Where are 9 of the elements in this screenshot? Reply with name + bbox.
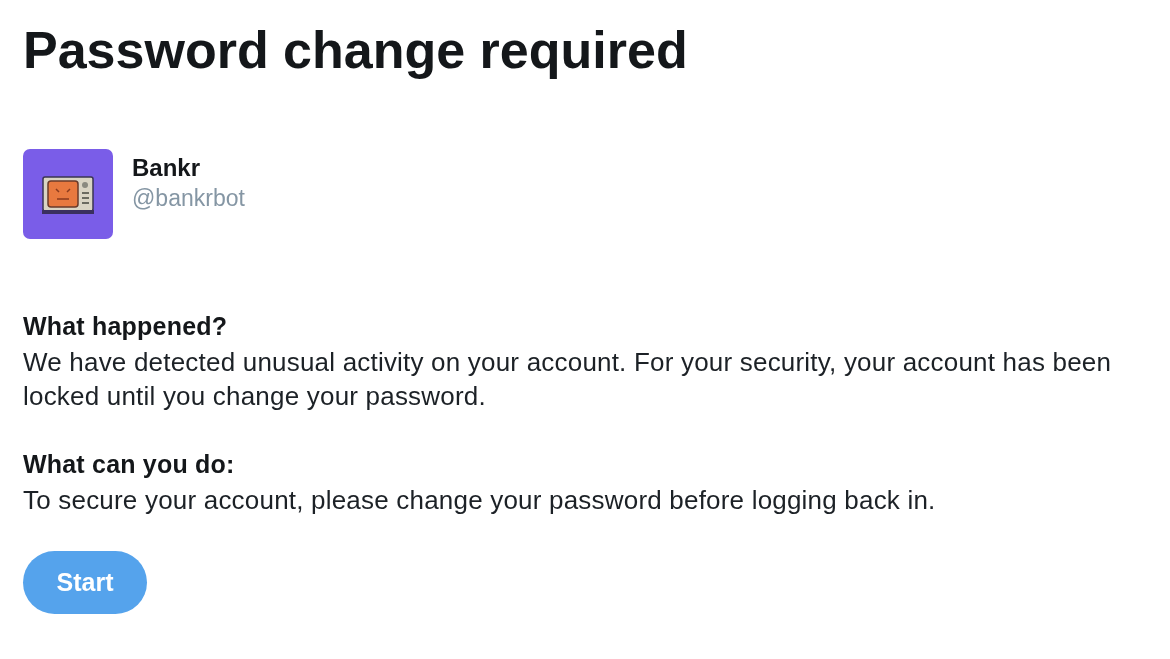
account-name: Bankr [132, 153, 201, 183]
section-heading: What happened? [23, 311, 228, 341]
page-title: Password change required [23, 22, 688, 78]
account-handle: @bankrbot [132, 184, 245, 213]
section-text: We have detected unusual activity on your account. For your security, your account has been locked until you change your password. [23, 346, 1113, 413]
section-heading: What can you do: [23, 449, 235, 479]
television-avatar-icon [23, 149, 113, 239]
section-text: To secure your account, please change your password before logging back in. [23, 484, 936, 517]
start-button[interactable]: Start [23, 551, 147, 614]
